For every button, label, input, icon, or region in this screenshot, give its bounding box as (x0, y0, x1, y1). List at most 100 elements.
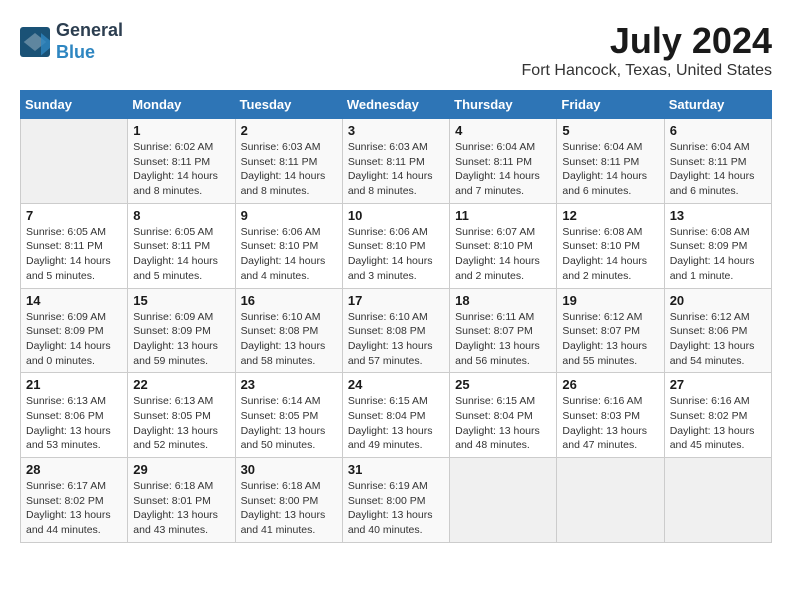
calendar-cell: 13 Sunrise: 6:08 AMSunset: 8:09 PMDayligh… (664, 203, 771, 288)
calendar-week-row: 21Sunrise: 6:13 AMSunset: 8:06 PMDayligh… (21, 373, 772, 458)
logo: General Blue (20, 20, 123, 63)
calendar-cell: 19 Sunrise: 6:12 AMSunset: 8:07 PMDayligh… (557, 288, 664, 373)
day-info: Sunrise: 6:03 AMSunset: 8:11 PMDaylight:… (348, 140, 444, 199)
day-info: Sunrise: 6:03 AMSunset: 8:11 PMDaylight:… (241, 140, 337, 199)
calendar-table: SundayMondayTuesdayWednesdayThursdayFrid… (20, 90, 772, 543)
calendar-cell: 14 Sunrise: 6:09 AMSunset: 8:09 PMDayligh… (21, 288, 128, 373)
day-number: 31 (348, 462, 444, 477)
day-number: 5 (562, 123, 658, 138)
day-info: Sunrise: 6:02 AMSunset: 8:11 PMDaylight:… (133, 140, 229, 199)
day-number: 15 (133, 293, 229, 308)
day-number: 14 (26, 293, 122, 308)
calendar-cell: 24Sunrise: 6:15 AMSunset: 8:04 PMDayligh… (342, 373, 449, 458)
calendar-cell: 10 Sunrise: 6:06 AMSunset: 8:10 PMDayligh… (342, 203, 449, 288)
day-info: Sunrise: 6:07 AMSunset: 8:10 PMDaylight:… (455, 225, 551, 284)
day-number: 26 (562, 377, 658, 392)
day-info: Sunrise: 6:17 AMSunset: 8:02 PMDaylight:… (26, 479, 122, 538)
calendar-cell: 27 Sunrise: 6:16 AMSunset: 8:02 PMDayligh… (664, 373, 771, 458)
calendar-cell: 28 Sunrise: 6:17 AMSunset: 8:02 PMDayligh… (21, 458, 128, 543)
day-number: 23 (241, 377, 337, 392)
calendar-cell (21, 119, 128, 204)
day-info: Sunrise: 6:10 AMSunset: 8:08 PMDaylight:… (348, 310, 444, 369)
day-info: Sunrise: 6:16 AMSunset: 8:02 PMDaylight:… (670, 394, 766, 453)
calendar-cell: 17Sunrise: 6:10 AMSunset: 8:08 PMDayligh… (342, 288, 449, 373)
day-info: Sunrise: 6:04 AMSunset: 8:11 PMDaylight:… (455, 140, 551, 199)
weekday-header: Saturday (664, 91, 771, 119)
calendar-cell: 8 Sunrise: 6:05 AMSunset: 8:11 PMDaylight… (128, 203, 235, 288)
calendar-cell: 18Sunrise: 6:11 AMSunset: 8:07 PMDayligh… (450, 288, 557, 373)
weekday-header: Thursday (450, 91, 557, 119)
calendar-cell: 21Sunrise: 6:13 AMSunset: 8:06 PMDayligh… (21, 373, 128, 458)
day-number: 1 (133, 123, 229, 138)
calendar-cell: 6 Sunrise: 6:04 AMSunset: 8:11 PMDaylight… (664, 119, 771, 204)
weekday-header-row: SundayMondayTuesdayWednesdayThursdayFrid… (21, 91, 772, 119)
calendar-cell: 3 Sunrise: 6:03 AMSunset: 8:11 PMDaylight… (342, 119, 449, 204)
day-number: 3 (348, 123, 444, 138)
weekday-header: Sunday (21, 91, 128, 119)
main-title: July 2024 (522, 20, 772, 62)
calendar-cell: 25 Sunrise: 6:15 AMSunset: 8:04 PMDayligh… (450, 373, 557, 458)
subtitle: Fort Hancock, Texas, United States (522, 62, 772, 80)
day-number: 12 (562, 208, 658, 223)
day-info: Sunrise: 6:05 AMSunset: 8:11 PMDaylight:… (133, 225, 229, 284)
day-info: Sunrise: 6:12 AMSunset: 8:07 PMDaylight:… (562, 310, 658, 369)
day-info: Sunrise: 6:04 AMSunset: 8:11 PMDaylight:… (562, 140, 658, 199)
calendar-week-row: 28 Sunrise: 6:17 AMSunset: 8:02 PMDayligh… (21, 458, 772, 543)
calendar-cell: 30 Sunrise: 6:18 AMSunset: 8:00 PMDayligh… (235, 458, 342, 543)
weekday-header: Tuesday (235, 91, 342, 119)
day-number: 19 (562, 293, 658, 308)
day-number: 8 (133, 208, 229, 223)
day-info: Sunrise: 6:18 AMSunset: 8:01 PMDaylight:… (133, 479, 229, 538)
calendar-cell: 12 Sunrise: 6:08 AMSunset: 8:10 PMDayligh… (557, 203, 664, 288)
calendar-cell: 9 Sunrise: 6:06 AMSunset: 8:10 PMDaylight… (235, 203, 342, 288)
calendar-cell: 23Sunrise: 6:14 AMSunset: 8:05 PMDayligh… (235, 373, 342, 458)
calendar-cell: 2 Sunrise: 6:03 AMSunset: 8:11 PMDaylight… (235, 119, 342, 204)
day-info: Sunrise: 6:04 AMSunset: 8:11 PMDaylight:… (670, 140, 766, 199)
logo-line2: Blue (56, 42, 123, 64)
day-number: 10 (348, 208, 444, 223)
day-info: Sunrise: 6:06 AMSunset: 8:10 PMDaylight:… (241, 225, 337, 284)
day-number: 4 (455, 123, 551, 138)
day-info: Sunrise: 6:08 AMSunset: 8:09 PMDaylight:… (670, 225, 766, 284)
day-number: 27 (670, 377, 766, 392)
day-info: Sunrise: 6:06 AMSunset: 8:10 PMDaylight:… (348, 225, 444, 284)
day-number: 29 (133, 462, 229, 477)
calendar-cell: 20Sunrise: 6:12 AMSunset: 8:06 PMDayligh… (664, 288, 771, 373)
calendar-cell: 26Sunrise: 6:16 AMSunset: 8:03 PMDayligh… (557, 373, 664, 458)
day-info: Sunrise: 6:12 AMSunset: 8:06 PMDaylight:… (670, 310, 766, 369)
calendar-week-row: 7 Sunrise: 6:05 AMSunset: 8:11 PMDaylight… (21, 203, 772, 288)
day-info: Sunrise: 6:18 AMSunset: 8:00 PMDaylight:… (241, 479, 337, 538)
logo-line1: General (56, 20, 123, 42)
calendar-week-row: 1 Sunrise: 6:02 AMSunset: 8:11 PMDaylight… (21, 119, 772, 204)
calendar-cell: 31 Sunrise: 6:19 AMSunset: 8:00 PMDayligh… (342, 458, 449, 543)
calendar-cell: 15 Sunrise: 6:09 AMSunset: 8:09 PMDayligh… (128, 288, 235, 373)
calendar-cell: 11 Sunrise: 6:07 AMSunset: 8:10 PMDayligh… (450, 203, 557, 288)
day-number: 25 (455, 377, 551, 392)
day-info: Sunrise: 6:09 AMSunset: 8:09 PMDaylight:… (26, 310, 122, 369)
calendar-cell: 5 Sunrise: 6:04 AMSunset: 8:11 PMDaylight… (557, 119, 664, 204)
day-info: Sunrise: 6:15 AMSunset: 8:04 PMDaylight:… (348, 394, 444, 453)
calendar-cell: 29 Sunrise: 6:18 AMSunset: 8:01 PMDayligh… (128, 458, 235, 543)
day-number: 18 (455, 293, 551, 308)
day-number: 9 (241, 208, 337, 223)
calendar-cell (664, 458, 771, 543)
day-info: Sunrise: 6:15 AMSunset: 8:04 PMDaylight:… (455, 394, 551, 453)
calendar-cell: 4 Sunrise: 6:04 AMSunset: 8:11 PMDaylight… (450, 119, 557, 204)
day-number: 11 (455, 208, 551, 223)
calendar-cell: 22Sunrise: 6:13 AMSunset: 8:05 PMDayligh… (128, 373, 235, 458)
day-info: Sunrise: 6:09 AMSunset: 8:09 PMDaylight:… (133, 310, 229, 369)
title-area: July 2024 Fort Hancock, Texas, United St… (522, 20, 772, 80)
day-number: 22 (133, 377, 229, 392)
weekday-header: Friday (557, 91, 664, 119)
day-number: 16 (241, 293, 337, 308)
calendar-cell (557, 458, 664, 543)
day-number: 2 (241, 123, 337, 138)
day-number: 13 (670, 208, 766, 223)
day-info: Sunrise: 6:10 AMSunset: 8:08 PMDaylight:… (241, 310, 337, 369)
day-number: 28 (26, 462, 122, 477)
day-number: 7 (26, 208, 122, 223)
day-number: 6 (670, 123, 766, 138)
day-number: 30 (241, 462, 337, 477)
day-info: Sunrise: 6:08 AMSunset: 8:10 PMDaylight:… (562, 225, 658, 284)
day-info: Sunrise: 6:19 AMSunset: 8:00 PMDaylight:… (348, 479, 444, 538)
